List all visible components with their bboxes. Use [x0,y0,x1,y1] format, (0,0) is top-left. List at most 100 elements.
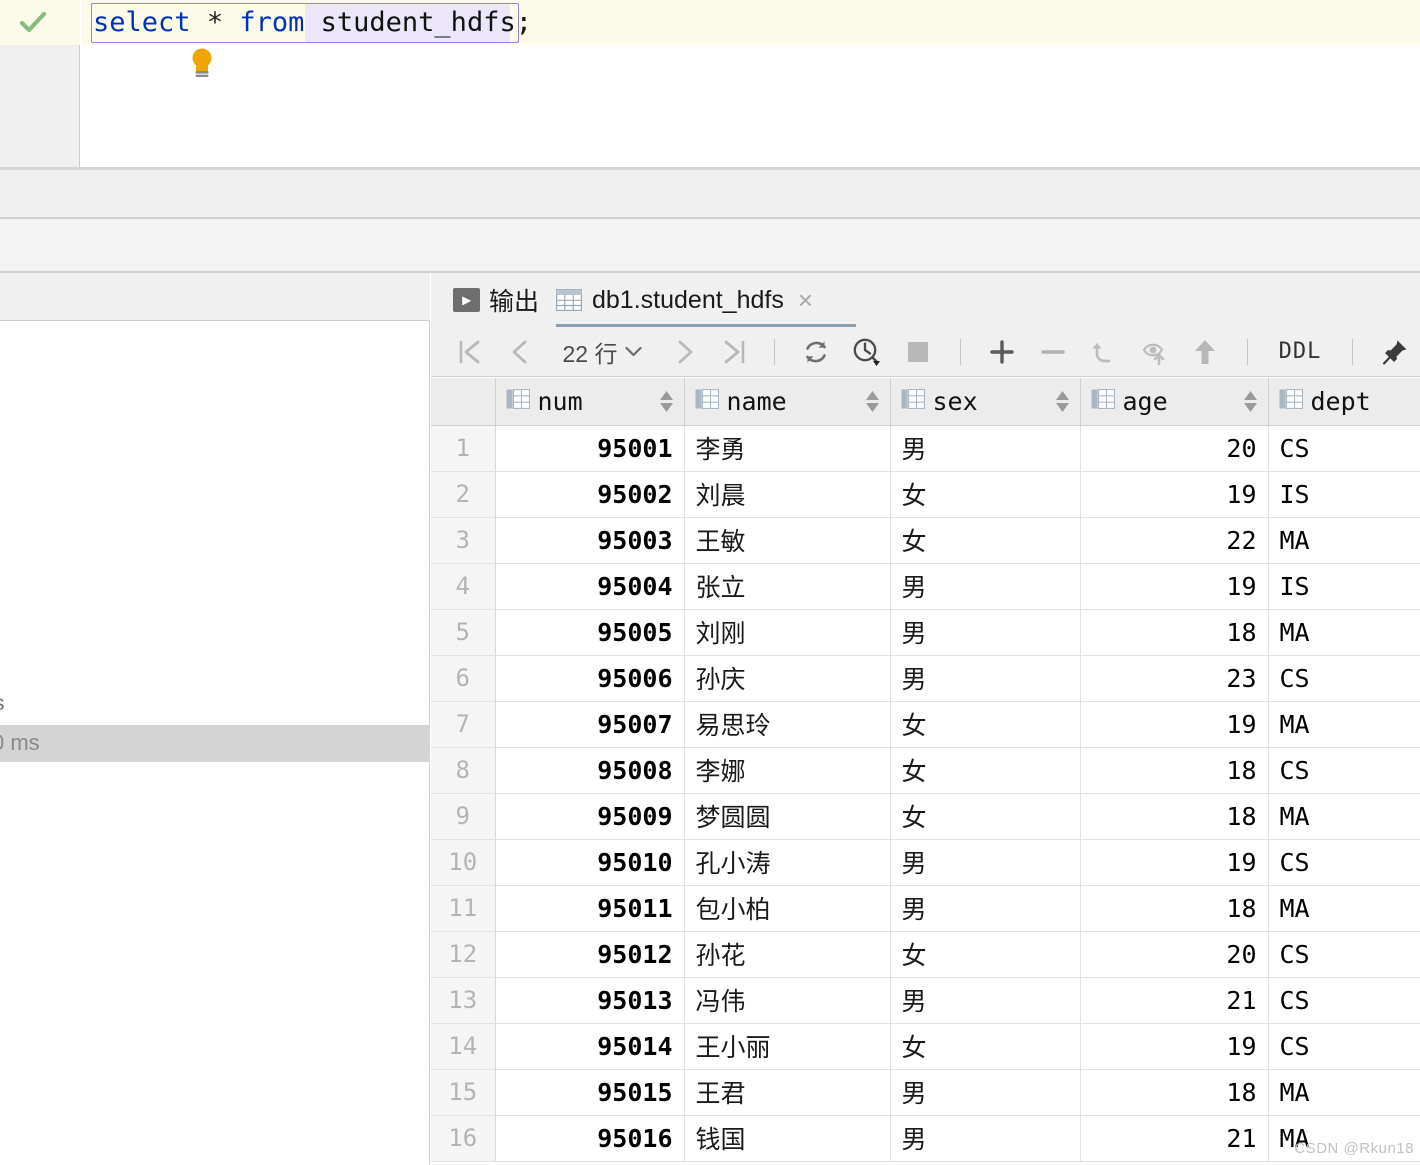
table-row[interactable]: 3 95003 王敏女 22 MA [431,517,1420,564]
cell-name[interactable]: 梦圆圆 [684,793,891,840]
row-count-selector[interactable]: 22 行 [545,327,660,377]
cell-sex[interactable]: 女 [890,747,1081,794]
revert-icon[interactable] [1078,327,1129,377]
sort-arrows-icon[interactable] [1243,390,1258,412]
cell-dept[interactable]: MA [1268,517,1420,564]
cell-name[interactable]: 张立 [684,563,891,610]
cell-num[interactable]: 95013 [495,977,685,1024]
cell-name[interactable]: 王小丽 [684,1023,891,1070]
cell-name[interactable]: 刘刚 [684,609,891,656]
transaction-history-icon[interactable] [842,327,893,377]
cell-name[interactable]: 王敏 [684,517,891,564]
cell-sex[interactable]: 男 [890,655,1081,702]
cell-sex[interactable]: 男 [890,563,1081,610]
cell-name[interactable]: 刘晨 [684,471,891,518]
cell-num[interactable]: 95006 [495,655,685,702]
cell-num[interactable]: 95012 [495,931,685,978]
cell-name[interactable]: 王君 [684,1069,891,1116]
cell-num[interactable]: 95010 [495,839,685,886]
pin-icon[interactable] [1369,327,1420,377]
cell-num[interactable]: 95015 [495,1069,685,1116]
cell-dept[interactable]: MA [1268,1069,1420,1116]
cell-dept[interactable]: CS [1268,1023,1420,1070]
cell-name[interactable]: 孙庆 [684,655,891,702]
table-row[interactable]: 5 95005 刘刚男 18 MA [431,609,1420,656]
cell-name[interactable]: 孙花 [684,931,891,978]
submit-arrow-icon[interactable] [1180,327,1231,377]
cell-dept[interactable]: IS [1268,563,1420,610]
prev-page-button[interactable] [496,327,545,377]
cell-sex[interactable]: 女 [890,1023,1081,1070]
add-row-button[interactable] [977,327,1028,377]
cell-dept[interactable]: CS [1268,747,1420,794]
next-page-button[interactable] [660,327,709,377]
column-header-dept[interactable]: dept [1268,378,1420,426]
table-row[interactable]: 12 95012 孙花女 20 CS [431,931,1420,978]
tab-output[interactable]: ▸ 输出 [453,273,539,327]
cell-sex[interactable]: 男 [890,1069,1081,1116]
table-row[interactable]: 16 95016 钱国男 21 MA [431,1115,1420,1162]
sort-arrows-icon[interactable] [659,390,674,412]
cell-dept[interactable]: CS [1268,931,1420,978]
column-header-sex[interactable]: sex [890,378,1081,426]
cell-sex[interactable]: 女 [890,517,1081,564]
cell-age[interactable]: 18 [1080,609,1269,656]
sort-arrows-icon[interactable] [1055,390,1070,412]
cell-num[interactable]: 95005 [495,609,685,656]
cell-num[interactable]: 95002 [495,471,685,518]
cell-age[interactable]: 18 [1080,885,1269,932]
cell-sex[interactable]: 女 [890,931,1081,978]
column-header-num[interactable]: num [495,378,685,426]
cell-age[interactable]: 21 [1080,977,1269,1024]
table-row[interactable]: 2 95002 刘晨女 19 IS [431,471,1420,518]
table-row[interactable]: 10 95010 孔小涛男 19 CS [431,839,1420,886]
table-row[interactable]: 14 95014 王小丽女 19 CS [431,1023,1420,1070]
last-page-button[interactable] [709,327,758,377]
cell-age[interactable]: 19 [1080,471,1269,518]
cell-sex[interactable]: 女 [890,793,1081,840]
cell-age[interactable]: 18 [1080,747,1269,794]
cell-age[interactable]: 18 [1080,1069,1269,1116]
cell-sex[interactable]: 女 [890,471,1081,518]
table-row[interactable]: 4 95004 张立男 19 IS [431,563,1420,610]
table-row[interactable]: 7 95007 易思玲女 19 MA [431,701,1420,748]
cell-sex[interactable]: 男 [890,839,1081,886]
cell-dept[interactable]: MA [1268,609,1420,656]
table-row[interactable]: 9 95009 梦圆圆女 18 MA [431,793,1420,840]
cell-dept[interactable]: MA [1268,701,1420,748]
cell-num[interactable]: 95008 [495,747,685,794]
cell-age[interactable]: 23 [1080,655,1269,702]
cell-num[interactable]: 95014 [495,1023,685,1070]
cell-name[interactable]: 钱国 [684,1115,891,1162]
cell-dept[interactable]: CS [1268,839,1420,886]
cell-name[interactable]: 孔小涛 [684,839,891,886]
table-row[interactable]: 8 95008 李娜女 18 CS [431,747,1420,794]
stop-icon[interactable] [893,327,944,377]
cell-age[interactable]: 19 [1080,1023,1269,1070]
cell-num[interactable]: 95003 [495,517,685,564]
cell-sex[interactable]: 男 [890,977,1081,1024]
cell-dept[interactable]: MA [1268,793,1420,840]
cell-age[interactable]: 19 [1080,563,1269,610]
tab-db1-student-hdfs[interactable]: db1.student_hdfs × [555,273,813,327]
cell-age[interactable]: 20 [1080,425,1269,472]
cell-sex[interactable]: 男 [890,885,1081,932]
cell-num[interactable]: 95007 [495,701,685,748]
revert-selected-icon[interactable] [1129,327,1180,377]
table-row[interactable]: 15 95015 王君男 18 MA [431,1069,1420,1116]
delete-row-button[interactable] [1027,327,1078,377]
cell-age[interactable]: 20 [1080,931,1269,978]
check-icon[interactable] [18,8,48,38]
cell-name[interactable]: 李勇 [684,425,891,472]
lightbulb-icon[interactable] [189,47,215,77]
sort-arrows-icon[interactable] [865,390,880,412]
cell-sex[interactable]: 男 [890,425,1081,472]
table-row[interactable]: 1 95001 李勇男 20 CS [431,425,1420,472]
cell-num[interactable]: 95016 [495,1115,685,1162]
column-header-name[interactable]: name [684,378,891,426]
cell-sex[interactable]: 女 [890,701,1081,748]
column-header-age[interactable]: age [1080,378,1269,426]
cell-name[interactable]: 冯伟 [684,977,891,1024]
editor-text-area[interactable]: select * from student_hdfs; [81,0,1420,167]
table-row[interactable]: 11 95011 包小柏男 18 MA [431,885,1420,932]
